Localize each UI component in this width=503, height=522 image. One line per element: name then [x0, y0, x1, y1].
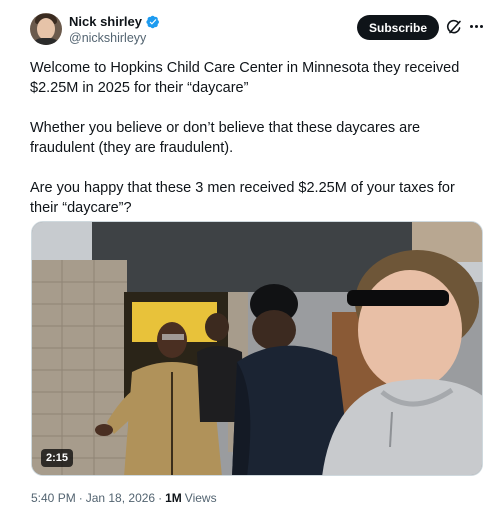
author-name-row: Nick shirley [69, 14, 160, 29]
author-handle[interactable]: @nickshirleyy [69, 31, 146, 45]
views-count: 1M [165, 491, 182, 505]
avatar-face [37, 18, 55, 40]
tweet-paragraph: Are you happy that these 3 men received … [30, 180, 455, 216]
tweet-meta: 5:40 PM · Jan 18, 2026 · 1M Views [31, 491, 217, 505]
verified-badge-icon [146, 15, 159, 28]
tweet-time[interactable]: 5:40 PM [31, 491, 76, 505]
video-duration-badge: 2:15 [41, 449, 74, 467]
tweet-date[interactable]: Jan 18, 2026 [86, 491, 155, 505]
tweet-text: Welcome to Hopkins Child Care Center in … [30, 58, 482, 218]
more-dot [474, 24, 478, 28]
author-avatar[interactable] [30, 13, 62, 45]
author-display-name[interactable]: Nick shirley [69, 14, 142, 29]
more-dot [479, 24, 483, 28]
tweet-paragraph: Welcome to Hopkins Child Care Center in … [30, 60, 460, 96]
meta-separator: · [158, 491, 163, 505]
video-thumbnail[interactable] [31, 221, 483, 476]
grok-icon[interactable] [446, 19, 462, 35]
tweet-paragraph: Whether you believe or don’t believe tha… [30, 120, 421, 156]
more-dot [469, 24, 473, 28]
subscribe-button[interactable]: Subscribe [357, 15, 439, 40]
avatar-shirt [32, 38, 60, 45]
meta-separator: · [78, 491, 83, 505]
video-frame [32, 222, 482, 475]
more-options-icon[interactable] [467, 17, 485, 35]
views-label: Views [184, 491, 217, 505]
